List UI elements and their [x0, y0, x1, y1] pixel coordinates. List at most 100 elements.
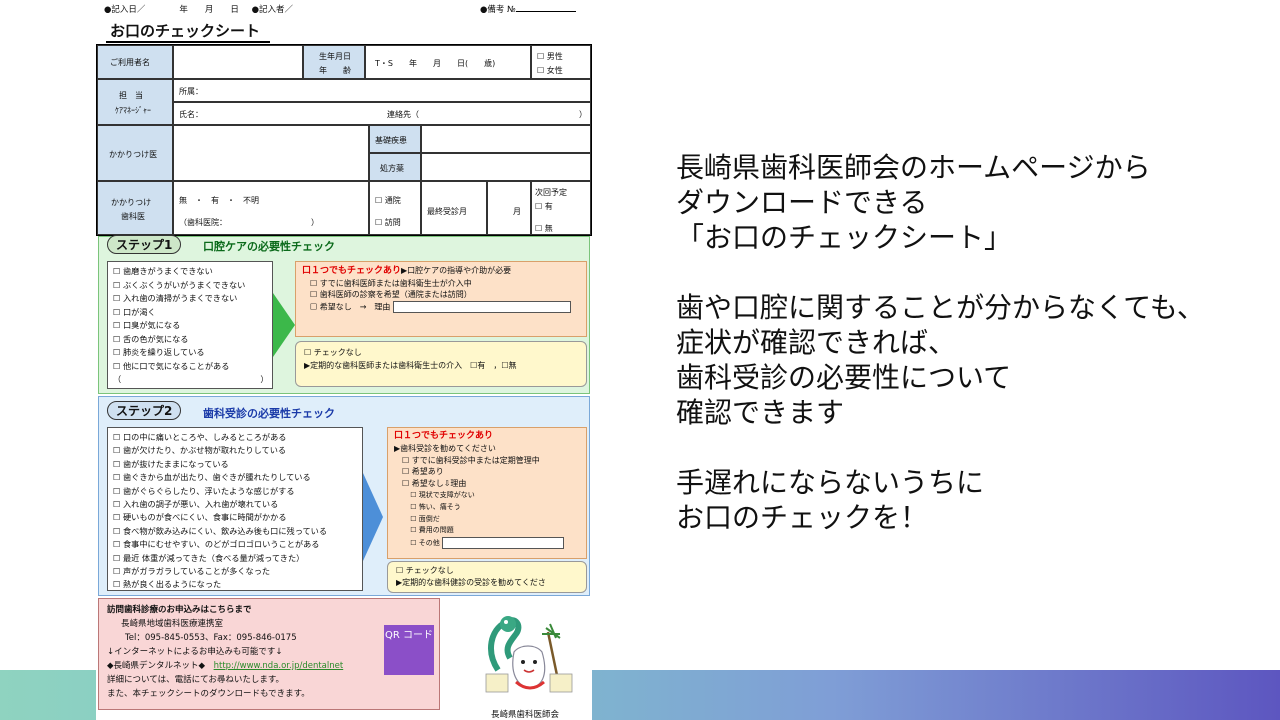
association-name: 長崎県歯科医師会 [491, 710, 560, 720]
home-visit-checkbox: ☐ 訪問 [375, 218, 401, 227]
message-line: 「お口のチェックシート」 [676, 221, 1013, 254]
slide-message: 長崎県歯科医師会のホームページから ダウンロードできる 「お口のチェックシート」… [676, 150, 1205, 535]
list-item: ☐ すでに歯科医師または歯科衛生士が介入中 [310, 278, 472, 288]
step2-none-head: ☐ チェックなし [396, 566, 454, 575]
list-item: ☐ 食事中にむせやすい、のどがゴロゴロいうことがある [113, 539, 320, 550]
step2-pill: ステップ2 [107, 401, 182, 420]
list-item: ☐ 歯がぐらぐらしたり、浮いたような感じがする [113, 485, 295, 496]
next-no-checkbox: ☐ 無 [535, 224, 553, 233]
affiliation-label: 所属： [179, 87, 203, 96]
list-item: ☐ 怖い、痛そう [394, 502, 461, 511]
doctor-label: かかりつけ医 [109, 150, 158, 159]
dentist-options: 無 ・ 有 ・ 不明 [179, 196, 259, 205]
memo-label: ●備考 № [480, 3, 576, 15]
list-item: ☐ 希望あり [394, 467, 444, 477]
list-item: ☐ ぶくぶくうがいがうまくできない [113, 279, 246, 290]
step1-pill: ステップ1 [107, 235, 182, 254]
list-item: ☐ すでに歯科受診中または定期管理中 [394, 455, 540, 465]
step2-title: 歯科受診の必要性チェック [203, 407, 335, 420]
list-item: ☐ 舌の色が気になる [113, 333, 189, 344]
list-item: ☐ 歯科医師の診察を希望（通院または訪問） [310, 290, 472, 299]
list-item: ☐ 口臭が気になる [113, 320, 181, 330]
step1-none-box: ☐ チェックなし ▶定期的な歯科医師または歯科衛生士の介入 ☐有 ，☐無 [295, 341, 587, 387]
visit-detail: 詳細については、電話にてお尋ねいたします。 [107, 675, 284, 685]
step1-title: 口腔ケアの必要性チェック [203, 240, 335, 253]
list-item: ☐ 他に口で気になることがある [113, 360, 230, 371]
message-line: 歯科受診の必要性について [676, 361, 1012, 394]
step1-alert-box: 口１つでもチェックあり▶口腔ケアの指導や介助が必要 ☐ すでに歯科医師または歯科… [295, 261, 587, 337]
list-item: ☐ 歯磨きがうまくできない [113, 266, 213, 276]
list-item: ☐ 肺炎を繰り返している [113, 347, 205, 357]
step1-alert-head: 口１つでもチェックあり [302, 266, 402, 276]
last-visit-label: 最終受診月 [427, 207, 467, 216]
list-item: ☐ 熱が良く出るようになった [113, 579, 222, 590]
dentist-label-2: 歯科医 [121, 212, 145, 221]
list-item: ☐ 希望なし → 理由 [310, 302, 391, 311]
list-item: ☐ 入れ歯の調子が悪い、入れ歯が壊れている [113, 499, 279, 510]
user-name-label: ご利用者名 [110, 58, 150, 67]
step2-none-box: ☐ チェックなし ▶定期的な歯科健診の受診を勧めてくださ [387, 561, 587, 593]
visit-tel: Tel：095-845-0553、Fax：095-846-0175 [125, 633, 297, 643]
list-item: ☐ 口が渇く [113, 306, 156, 317]
staff-name-label: 氏名： [179, 110, 203, 119]
list-item: （ ） [113, 374, 269, 384]
list-item: ☐ 歯が欠けたり、かぶせ物が取れたりしている [113, 445, 287, 456]
month-label: 月 [513, 207, 521, 216]
qr-code-placeholder: QR コード [384, 625, 434, 675]
visit-download: また、本チェックシートのダウンロードもできます。 [107, 689, 310, 699]
step2-section: ステップ2 歯科受診の必要性チェック ☐ 口の中に痛いところや、しみるところがあ… [98, 396, 590, 596]
message-line: 症状が確認できれば、 [676, 326, 957, 359]
step2-arrow-icon [363, 473, 383, 561]
step1-none-head: ☐ チェックなし [304, 348, 362, 357]
message-line: 長崎県歯科医師会のホームページから [676, 151, 1151, 184]
step1-section: ステップ1 口腔ケアの必要性チェック ☐ 歯磨きがうまくできない ☐ ぶくぶくう… [98, 235, 590, 394]
list-item: ☐ 希望なし⇩理由 [394, 479, 467, 489]
entry-date-label: ●記入日／ 年 月 日 [104, 5, 239, 15]
care-manager-label: 担 当 [119, 91, 143, 100]
list-item: ☐ 硬いものが食べにくい、食事に時間がかかる [113, 512, 287, 523]
visit-title: 訪問歯科診療のお申込みはこちらまで [107, 605, 252, 615]
step2-checklist: ☐ 口の中に痛いところや、しみるところがある ☐ 歯が欠けたり、かぶせ物が取れた… [107, 427, 363, 591]
list-item: ☐ 最近 体重が減ってきた（食べる量が減ってきた） [113, 552, 305, 563]
message-line: お口のチェックを！ [676, 501, 929, 534]
outpatient-checkbox: ☐ 通院 [375, 196, 401, 205]
list-item: ☐ 歯ぐきから血が出たり、歯ぐきが腫れたりしている [113, 472, 311, 483]
female-checkbox: ☐ 女性 [537, 66, 563, 75]
writer-label: ●記入者／ [251, 5, 294, 15]
list-item: ☐ 歯が抜けたままになっている [113, 458, 229, 469]
list-item: ☐ 声がガラガラしていることが多くなった [113, 566, 271, 577]
list-item: ☐ 現状で支障がない [394, 490, 475, 499]
list-item: ☐ 面倒だ [394, 514, 440, 523]
dentist-label: かかりつけ [111, 198, 152, 207]
list-item: ☐ 入れ歯の清掃がうまくできない [113, 293, 238, 303]
step1-none-text: ▶定期的な歯科医師または歯科衛生士の介入 ☐有 ，☐無 [304, 361, 517, 370]
visit-portal-label: ◆長崎県デンタルネット◆ [107, 661, 206, 671]
male-checkbox: ☐ 男性 [537, 52, 563, 61]
home-visit-contact-box: 訪問歯科診療のお申込みはこちらまで 長崎県地域歯科医療連携室 Tel：095-8… [98, 598, 440, 710]
visit-org: 長崎県地域歯科医療連携室 [121, 619, 224, 629]
list-item: ☐ 費用の問題 [394, 526, 454, 535]
message-line: 歯や口腔に関することが分からなくても、 [676, 291, 1205, 324]
visit-internet: ↓インターネットによるお申込みも可能です↓ [107, 647, 283, 657]
next-yes-checkbox: ☐ 有 [535, 202, 553, 211]
list-item: ☐ その他 [394, 539, 440, 548]
other-reason-input-box [441, 537, 564, 550]
step2-alert-box: 口１つでもチェックあり ▶歯科受診を勧めてください ☐ すでに歯科受診中または定… [387, 427, 587, 559]
info-table: ご利用者名 生年月日 年 齢 T・S 年 月 日( 歳) ☐ 男性 ☐ 女性 担… [96, 44, 592, 236]
check-sheet-image: ●記入日／ 年 月 日 ●記入者／ ●備考 № お口のチェックシート ご利用者名… [96, 0, 592, 720]
step2-none-text: ▶定期的な歯科健診の受診を勧めてくださ [396, 578, 546, 587]
mascot-dragon-tooth-icon [485, 616, 573, 693]
entry-header: ●記入日／ 年 月 日 ●記入者／ [104, 3, 303, 15]
age-label: 年 齢 [319, 66, 351, 75]
prescription-label: 処方薬 [380, 164, 404, 173]
care-manager-label-kana: ｹｱﾏﾈｰｼﾞｬｰ [115, 106, 151, 115]
step2-alert-head: 口１つでもチェックあり [394, 431, 494, 441]
sheet-title: お口のチェックシート [106, 20, 271, 43]
message-line: 手遅れにならないうちに [676, 466, 985, 499]
birth-era-field: T・S 年 月 日( 歳) [375, 59, 496, 68]
step1-arrow-icon [273, 293, 295, 357]
list-item: ☐ 口の中に痛いところや、しみるところがある [113, 432, 287, 442]
message-line: 確認できます [676, 396, 845, 429]
step1-checklist: ☐ 歯磨きがうまくできない ☐ ぶくぶくうがいがうまくできない ☐ 入れ歯の清掃… [107, 261, 273, 389]
disease-label: 基礎疾患 [375, 136, 407, 145]
